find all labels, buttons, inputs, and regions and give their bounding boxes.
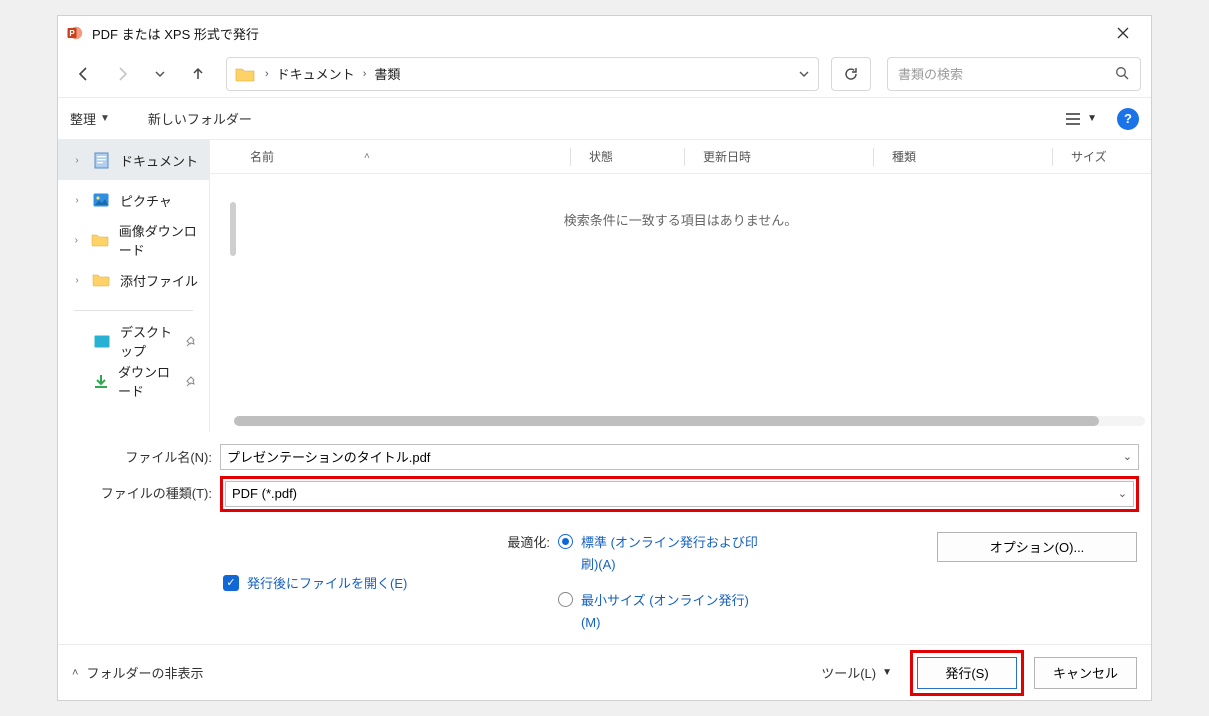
- pin-icon: [186, 336, 197, 347]
- sidebar-item-label: ピクチャ: [120, 191, 172, 210]
- publish-highlight: 発行(S): [910, 650, 1024, 696]
- options-area: ✓ 発行後にファイルを開く(E) 最適化: 標準 (オンライン発行および印刷)(…: [58, 522, 1151, 644]
- sidebar-item-label: ドキュメント: [120, 151, 198, 170]
- file-type-select[interactable]: PDF (*.pdf) ⌄: [225, 481, 1134, 507]
- chevron-up-icon: ˄: [72, 667, 78, 679]
- sidebar-item-label: 画像ダウンロード: [119, 221, 209, 259]
- file-name-row: ファイル名(N): プレゼンテーションのタイトル.pdf ⌄: [70, 444, 1139, 470]
- pictures-icon: [92, 191, 110, 209]
- dropdown-icon[interactable]: ⌄: [1118, 487, 1127, 500]
- column-status[interactable]: 状態: [589, 148, 684, 165]
- pin-icon: [186, 376, 197, 387]
- chevron-right-icon: ›: [72, 195, 82, 206]
- help-button[interactable]: ?: [1117, 108, 1139, 130]
- breadcrumb-documents[interactable]: ドキュメント: [277, 64, 355, 83]
- body: › ドキュメント › ピクチャ › 画像ダウンロード › 添付ファイル: [58, 140, 1151, 432]
- radio-unselected-icon: [558, 592, 573, 607]
- caret-down-icon: ▼: [100, 113, 110, 124]
- file-type-label: ファイルの種類(T):: [70, 474, 220, 512]
- chevron-right-icon: ›: [72, 235, 81, 246]
- folder-icon: [92, 271, 110, 289]
- optimize-minimum-radio[interactable]: 最小サイズ (オンライン発行)(M): [558, 590, 761, 634]
- sidebar-item-attachments[interactable]: › 添付ファイル: [58, 260, 209, 300]
- sidebar-item-image-download[interactable]: › 画像ダウンロード: [58, 220, 209, 260]
- chevron-right-icon: ›: [363, 68, 367, 80]
- column-type[interactable]: 種類: [892, 148, 1052, 165]
- sidebar-item-desktop[interactable]: デスクトップ: [58, 321, 209, 361]
- sort-indicator-icon: ˄: [364, 151, 370, 162]
- file-list-area: 名前 ˄ 状態 更新日時 種類 サイズ 検索条件に一致する項目はありません。: [210, 140, 1151, 432]
- breadcrumb-current[interactable]: 書類: [374, 64, 400, 83]
- file-type-row: ファイルの種類(T): PDF (*.pdf) ⌄: [70, 474, 1139, 512]
- caret-down-icon: ▼: [882, 667, 892, 678]
- toolbar: 整理 ▼ 新しいフォルダー ▼ ?: [58, 98, 1151, 140]
- radio-selected-icon: [558, 534, 573, 549]
- dialog-title: PDF または XPS 形式で発行: [92, 24, 259, 43]
- download-icon: [94, 372, 108, 390]
- file-name-label: ファイル名(N):: [70, 447, 220, 466]
- folder-icon: [91, 231, 109, 249]
- cancel-button[interactable]: キャンセル: [1034, 657, 1137, 689]
- view-mode-button[interactable]: ▼: [1065, 112, 1097, 126]
- svg-text:P: P: [69, 29, 75, 38]
- search-input[interactable]: 書類の検索: [887, 57, 1141, 91]
- breadcrumb[interactable]: › ドキュメント › 書類: [265, 64, 400, 83]
- back-button[interactable]: [68, 58, 100, 90]
- hide-folders-button[interactable]: ˄ フォルダーの非表示: [72, 663, 203, 682]
- options-button[interactable]: オプション(O)...: [937, 532, 1137, 562]
- chevron-right-icon: ›: [72, 275, 82, 286]
- navigation-row: › ドキュメント › 書類 書類の検索: [58, 50, 1151, 98]
- optimize-label: 最適化:: [507, 532, 550, 634]
- tools-menu[interactable]: ツール(L) ▼: [821, 663, 892, 682]
- folder-icon: [235, 66, 255, 82]
- powerpoint-icon: P: [66, 24, 84, 42]
- address-dropdown-icon[interactable]: [798, 68, 810, 80]
- footer: ˄ フォルダーの非表示 ツール(L) ▼ 発行(S) キャンセル: [58, 644, 1151, 700]
- chevron-right-icon: ›: [72, 155, 82, 166]
- up-button[interactable]: [182, 58, 214, 90]
- sidebar-item-pictures[interactable]: › ピクチャ: [58, 180, 209, 220]
- sidebar-item-documents[interactable]: › ドキュメント: [58, 140, 209, 180]
- caret-down-icon: ▼: [1087, 113, 1097, 124]
- checkbox-checked-icon: ✓: [223, 575, 239, 591]
- sidebar-item-label: ダウンロード: [118, 362, 176, 400]
- column-name[interactable]: 名前 ˄: [250, 148, 570, 165]
- sidebar-item-label: 添付ファイル: [120, 271, 198, 290]
- search-placeholder: 書類の検索: [898, 64, 1115, 83]
- sidebar-item-downloads[interactable]: ダウンロード: [58, 361, 209, 401]
- refresh-button[interactable]: [831, 57, 871, 91]
- publish-button[interactable]: 発行(S): [917, 657, 1017, 689]
- empty-message: 検索条件に一致する項目はありません。: [210, 174, 1151, 229]
- address-bar[interactable]: › ドキュメント › 書類: [226, 57, 819, 91]
- sidebar-item-label: デスクトップ: [120, 322, 176, 360]
- save-dialog: P PDF または XPS 形式で発行 › ドキュメント ›: [57, 15, 1152, 701]
- desktop-icon: [94, 332, 110, 350]
- recent-dropdown[interactable]: [144, 58, 176, 90]
- document-icon: [92, 151, 110, 169]
- optimize-standard-radio[interactable]: 標準 (オンライン発行および印刷)(A): [558, 532, 761, 576]
- close-button[interactable]: [1103, 18, 1143, 48]
- forward-button[interactable]: [106, 58, 138, 90]
- open-after-checkbox[interactable]: ✓ 発行後にファイルを開く(E): [223, 532, 407, 634]
- new-folder-button[interactable]: 新しいフォルダー: [148, 109, 252, 128]
- column-headers: 名前 ˄ 状態 更新日時 種類 サイズ: [210, 140, 1151, 174]
- list-icon: [1065, 112, 1081, 126]
- column-size[interactable]: サイズ: [1071, 148, 1151, 165]
- search-icon: [1115, 66, 1130, 81]
- sidebar: › ドキュメント › ピクチャ › 画像ダウンロード › 添付ファイル: [58, 140, 210, 432]
- optimize-block: 最適化: 標準 (オンライン発行および印刷)(A) 最小サイズ (オンライン発行…: [507, 532, 761, 634]
- titlebar: P PDF または XPS 形式で発行: [58, 16, 1151, 50]
- horizontal-scrollbar[interactable]: [234, 416, 1145, 426]
- dropdown-icon[interactable]: ⌄: [1123, 450, 1132, 463]
- chevron-right-icon: ›: [265, 68, 269, 80]
- column-date[interactable]: 更新日時: [703, 148, 873, 165]
- file-name-input[interactable]: プレゼンテーションのタイトル.pdf ⌄: [220, 444, 1139, 470]
- organize-menu[interactable]: 整理 ▼: [70, 109, 110, 128]
- file-fields: ファイル名(N): プレゼンテーションのタイトル.pdf ⌄ ファイルの種類(T…: [58, 432, 1151, 522]
- sidebar-divider: [74, 310, 193, 311]
